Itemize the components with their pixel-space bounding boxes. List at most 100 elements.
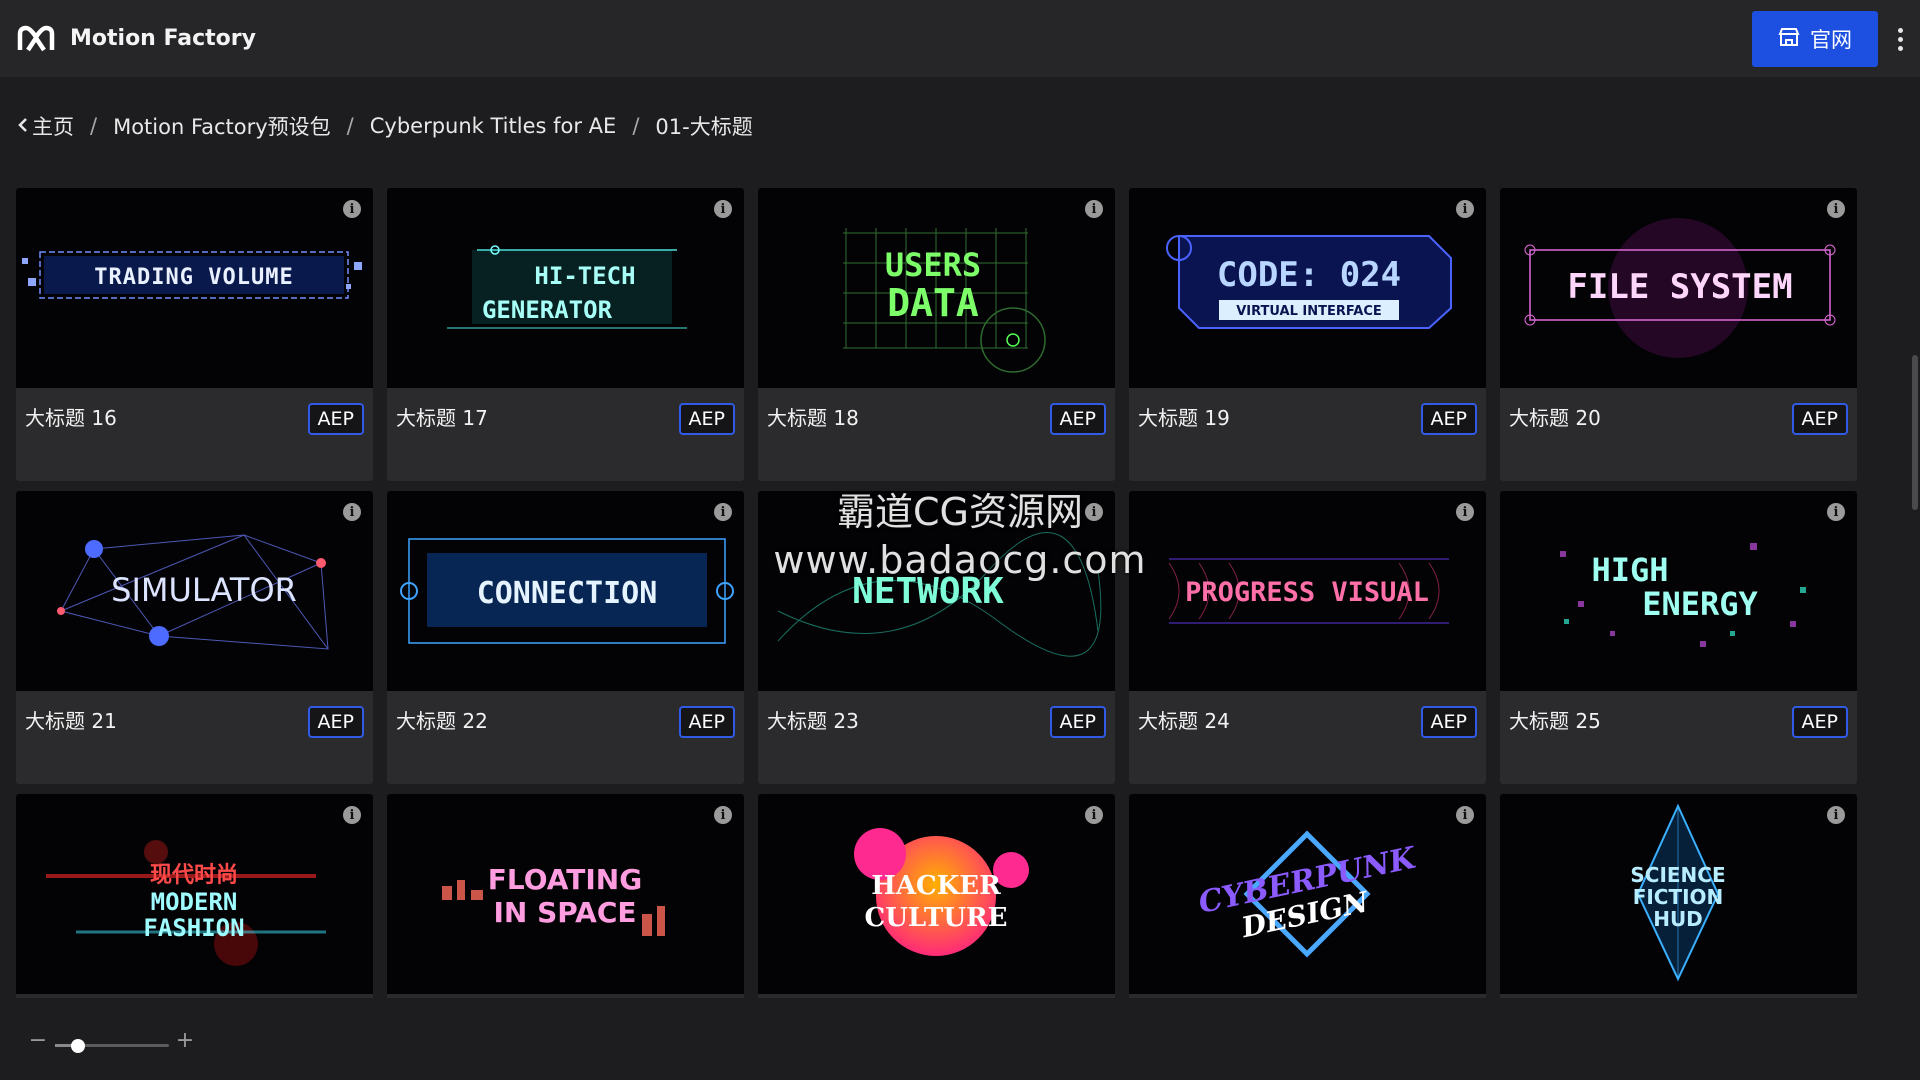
asset-card[interactable]: 现代时尚 MODERN FASHION i — [16, 794, 373, 998]
asset-card[interactable]: NETWORK i 大标题 23 AEP — [758, 491, 1115, 784]
format-badge: AEP — [1420, 706, 1477, 738]
asset-card[interactable]: PROGRESS VISUAL i 大标题 24 AEP — [1129, 491, 1486, 784]
preview-text: SIMULATOR — [111, 571, 297, 609]
format-badge: AEP — [307, 706, 364, 738]
storefront-icon — [1778, 27, 1800, 52]
asset-title: 大标题 16 — [25, 406, 117, 430]
asset-card[interactable]: SIMULATOR i 大标题 21 AEP — [16, 491, 373, 784]
info-icon[interactable]: i — [1827, 806, 1845, 824]
info-icon[interactable]: i — [1456, 200, 1474, 218]
preview-text-line2: DATA — [887, 281, 979, 325]
info-icon[interactable]: i — [1085, 503, 1103, 521]
app-title: Motion Factory — [70, 26, 256, 51]
info-icon[interactable]: i — [1827, 200, 1845, 218]
asset-title: 大标题 22 — [396, 709, 488, 733]
preview-text: CONNECTION — [477, 576, 658, 611]
info-icon[interactable]: i — [1456, 503, 1474, 521]
zoom-slider-handle[interactable] — [70, 1039, 85, 1053]
info-icon[interactable]: i — [1456, 806, 1474, 824]
preview-text: FILE SYSTEM — [1567, 267, 1792, 307]
format-badge: AEP — [678, 706, 735, 738]
preview-text-line1: HIGH — [1591, 551, 1668, 589]
asset-title: 大标题 25 — [1509, 709, 1601, 733]
preview-text-line2: VIRTUAL INTERFACE — [1236, 304, 1382, 319]
brand[interactable]: Motion Factory — [16, 24, 256, 54]
kebab-menu-icon[interactable] — [1888, 24, 1912, 54]
asset-title: 大标题 17 — [396, 406, 488, 430]
format-badge: AEP — [1420, 403, 1477, 435]
preview-text-line1: USERS — [885, 246, 981, 284]
asset-title: 大标题 23 — [767, 709, 859, 733]
preview-text-line2: MODERN — [151, 888, 238, 916]
asset-thumbnail: SCIENCE FICTION HUD i — [1500, 794, 1857, 994]
preview-text-line2: FICTION — [1633, 885, 1724, 909]
preview-text-line1: SCIENCE — [1630, 863, 1725, 887]
preview-text: PROGRESS VISUAL — [1185, 577, 1429, 608]
motion-factory-logo-icon — [16, 24, 56, 54]
asset-title: 大标题 20 — [1509, 406, 1601, 430]
info-icon[interactable]: i — [343, 200, 361, 218]
asset-card[interactable]: HIGH ENERGY i 大标题 25 AEP — [1500, 491, 1857, 784]
zoom-in-button[interactable]: + — [174, 1030, 196, 1052]
asset-title: 大标题 24 — [1138, 709, 1230, 733]
official-site-label: 官网 — [1810, 28, 1852, 52]
asset-card[interactable]: CONNECTION i 大标题 22 AEP — [387, 491, 744, 784]
breadcrumb-separator: / — [90, 114, 98, 138]
info-icon[interactable]: i — [1085, 200, 1103, 218]
breadcrumb: 主页 / Motion Factory预设包 / Cyberpunk Title… — [18, 108, 753, 144]
preview-text-line1: HACKER — [871, 871, 1001, 901]
asset-thumbnail: HIGH ENERGY i — [1500, 491, 1857, 691]
breadcrumb-home[interactable]: 主页 — [18, 111, 74, 141]
asset-thumbnail: CODE: 024 VIRTUAL INTERFACE i — [1129, 188, 1486, 388]
asset-card[interactable]: CYBERPUNK DESIGN i — [1129, 794, 1486, 998]
breadcrumb-item-cyberpunk-titles[interactable]: Cyberpunk Titles for AE — [370, 114, 617, 138]
info-icon[interactable]: i — [1085, 806, 1103, 824]
official-site-button[interactable]: 官网 — [1752, 11, 1878, 67]
asset-card[interactable]: USERS DATA i 大标题 18 AEP — [758, 188, 1115, 481]
breadcrumb-separator: / — [346, 114, 354, 138]
asset-thumbnail: PROGRESS VISUAL i — [1129, 491, 1486, 691]
asset-title: 大标题 18 — [767, 406, 859, 430]
preview-text-line3: HUD — [1653, 907, 1703, 931]
asset-card[interactable]: FILE SYSTEM i 大标题 20 AEP — [1500, 188, 1857, 481]
preview-text-line2: GENERATOR — [482, 296, 613, 324]
asset-thumbnail: TRADING VOLUME i — [16, 188, 373, 388]
zoom-out-button[interactable]: − — [27, 1030, 49, 1052]
breadcrumb-item-current: 01-大标题 — [655, 115, 753, 139]
preview-text-line1: HI-TECH — [534, 262, 635, 290]
vertical-scrollbar[interactable] — [1912, 355, 1918, 510]
asset-card[interactable]: FLOATING IN SPACE i — [387, 794, 744, 998]
asset-card[interactable]: HACKER CULTURE i — [758, 794, 1115, 998]
asset-thumbnail: NETWORK i — [758, 491, 1115, 691]
info-icon[interactable]: i — [343, 806, 361, 824]
asset-thumbnail: HACKER CULTURE i — [758, 794, 1115, 994]
preview-text-line3: FASHION — [143, 914, 244, 942]
format-badge: AEP — [1791, 706, 1848, 738]
info-icon[interactable]: i — [343, 503, 361, 521]
asset-thumbnail: CONNECTION i — [387, 491, 744, 691]
asset-thumbnail: SIMULATOR i — [16, 491, 373, 691]
preview-text-line1: 现代时尚 — [150, 863, 238, 888]
info-icon[interactable]: i — [714, 503, 732, 521]
info-icon[interactable]: i — [714, 806, 732, 824]
asset-card[interactable]: CODE: 024 VIRTUAL INTERFACE i 大标题 19 AEP — [1129, 188, 1486, 481]
preview-text-line2: ENERGY — [1642, 585, 1758, 623]
preview-text: NETWORK — [852, 571, 1004, 612]
asset-thumbnail: CYBERPUNK DESIGN i — [1129, 794, 1486, 994]
asset-card[interactable]: HI-TECH GENERATOR i 大标题 17 AEP — [387, 188, 744, 481]
chevron-left-icon — [18, 114, 28, 138]
info-icon[interactable]: i — [714, 200, 732, 218]
preview-text-line1: CODE: 024 — [1217, 255, 1401, 295]
asset-grid: TRADING VOLUME i 大标题 16 AEP HI-TECH GENE… — [16, 188, 1858, 998]
asset-card[interactable]: SCIENCE FICTION HUD i — [1500, 794, 1857, 998]
asset-card[interactable]: TRADING VOLUME i 大标题 16 AEP — [16, 188, 373, 481]
asset-thumbnail: 现代时尚 MODERN FASHION i — [16, 794, 373, 994]
preview-text-line1: FLOATING — [488, 863, 642, 896]
preview-text-line2: IN SPACE — [493, 896, 636, 929]
info-icon[interactable]: i — [1827, 503, 1845, 521]
asset-thumbnail: USERS DATA i — [758, 188, 1115, 388]
breadcrumb-item-preset-pack[interactable]: Motion Factory预设包 — [113, 111, 331, 141]
breadcrumb-separator: / — [632, 114, 640, 138]
preview-text: TRADING VOLUME — [94, 265, 293, 290]
preview-text-line2: CULTURE — [865, 903, 1008, 933]
